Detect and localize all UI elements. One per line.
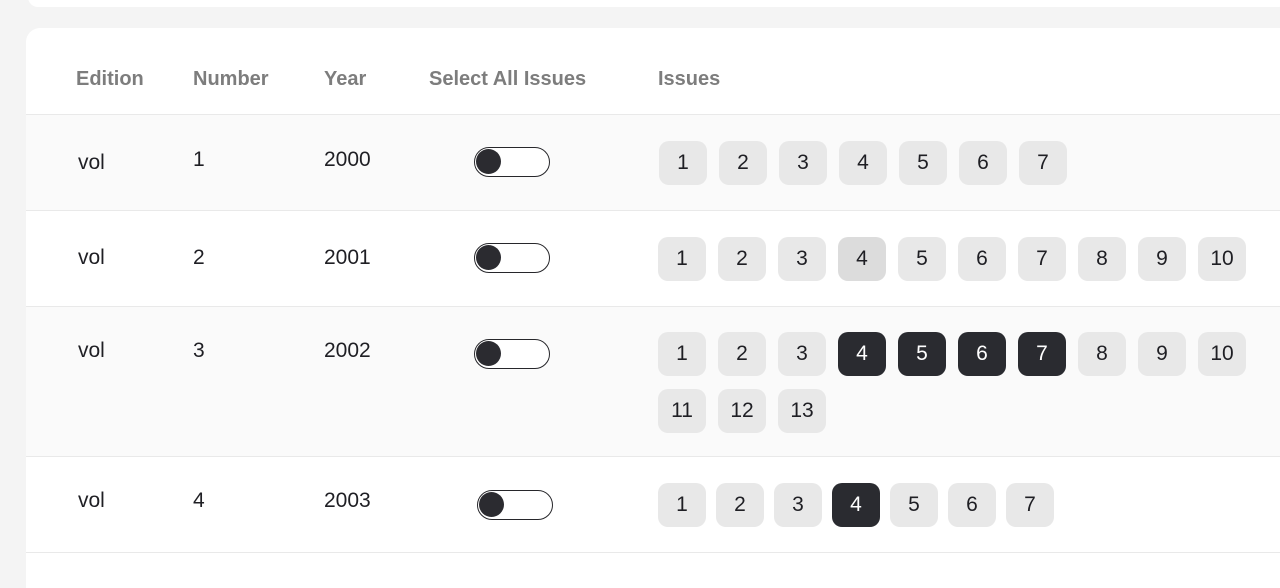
issue-chip[interactable]: 5 [898, 332, 946, 376]
issue-chip[interactable]: 8 [1078, 237, 1126, 281]
issue-chip[interactable]: 10 [1198, 237, 1246, 281]
toggle-knob [476, 149, 501, 174]
edition-cell: vol [78, 339, 105, 362]
issue-chip[interactable]: 4 [839, 141, 887, 185]
issue-chip[interactable]: 9 [1138, 237, 1186, 281]
issue-chip[interactable]: 4 [838, 237, 886, 281]
issue-chip[interactable]: 7 [1018, 332, 1066, 376]
header-issues: Issues [658, 68, 721, 90]
issue-chip[interactable]: 7 [1019, 141, 1067, 185]
issue-chip[interactable]: 1 [658, 237, 706, 281]
select-all-toggle[interactable] [477, 490, 553, 520]
issue-list: 1 2 3 4 5 6 7 8 9 10 11 12 13 [658, 332, 1258, 433]
issue-chip[interactable]: 12 [718, 389, 766, 433]
issue-chip[interactable]: 2 [716, 483, 764, 527]
edition-cell: vol [78, 151, 105, 174]
issue-chip[interactable]: 1 [659, 141, 707, 185]
year-cell: 2001 [324, 246, 371, 269]
issue-chip[interactable]: 2 [719, 141, 767, 185]
table-row: vol 1 2000 1234567 [26, 115, 1280, 211]
header-edition: Edition [76, 68, 144, 90]
table-row: vol 3 2002 1 2 3 4 5 6 7 8 9 10 11 12 13 [26, 307, 1280, 457]
issue-chip[interactable]: 6 [958, 237, 1006, 281]
select-all-toggle[interactable] [474, 243, 550, 273]
year-cell: 2002 [324, 339, 371, 362]
select-all-toggle[interactable] [474, 147, 550, 177]
issue-chip[interactable]: 5 [898, 237, 946, 281]
issue-chip[interactable]: 1 [658, 483, 706, 527]
issue-chip[interactable]: 6 [959, 141, 1007, 185]
issue-chip[interactable]: 3 [779, 141, 827, 185]
number-cell: 2 [193, 246, 205, 269]
edition-cell: vol [78, 246, 105, 269]
number-cell: 3 [193, 339, 205, 362]
issue-chip[interactable]: 5 [899, 141, 947, 185]
previous-panel [28, 0, 1280, 7]
issue-chip[interactable]: 3 [778, 237, 826, 281]
issue-chip[interactable]: 7 [1006, 483, 1054, 527]
number-cell: 4 [193, 489, 205, 512]
issue-chip[interactable]: 2 [718, 332, 766, 376]
number-cell: 1 [193, 148, 205, 171]
issue-list: 1234567 [659, 141, 1259, 185]
issue-chip[interactable]: 6 [948, 483, 996, 527]
year-cell: 2003 [324, 489, 371, 512]
toggle-knob [476, 341, 501, 366]
issue-chip[interactable]: 10 [1198, 332, 1246, 376]
issue-chip[interactable]: 7 [1018, 237, 1066, 281]
issue-chip[interactable]: 4 [832, 483, 880, 527]
issue-list: 1 2 3 4 5 6 7 8 9 10 [658, 237, 1258, 281]
edition-cell: vol [78, 489, 105, 512]
issue-chip[interactable]: 9 [1138, 332, 1186, 376]
table-row: vol 4 2003 1234567 [26, 457, 1280, 553]
issue-chip[interactable]: 6 [958, 332, 1006, 376]
issue-chip[interactable]: 3 [774, 483, 822, 527]
toggle-knob [479, 492, 504, 517]
issue-chip[interactable]: 5 [890, 483, 938, 527]
issue-chip[interactable]: 8 [1078, 332, 1126, 376]
header-number: Number [193, 68, 269, 90]
issue-chip[interactable]: 4 [838, 332, 886, 376]
issue-chip[interactable]: 11 [658, 389, 706, 433]
table-row: vol 2 2001 1 2 3 4 5 6 7 8 9 10 [26, 211, 1280, 307]
header-select-all: Select All Issues [429, 68, 587, 90]
issue-chip[interactable]: 3 [778, 332, 826, 376]
select-all-toggle[interactable] [474, 339, 550, 369]
table-header: Edition Number Year Select All Issues Is… [26, 28, 1280, 115]
issue-chip[interactable]: 13 [778, 389, 826, 433]
header-year: Year [324, 68, 367, 90]
issue-chip[interactable]: 2 [718, 237, 766, 281]
issues-table: Edition Number Year Select All Issues Is… [26, 28, 1280, 588]
issue-chip[interactable]: 1 [658, 332, 706, 376]
year-cell: 2000 [324, 148, 371, 171]
toggle-knob [476, 245, 501, 270]
issue-list: 1234567 [658, 483, 1258, 527]
